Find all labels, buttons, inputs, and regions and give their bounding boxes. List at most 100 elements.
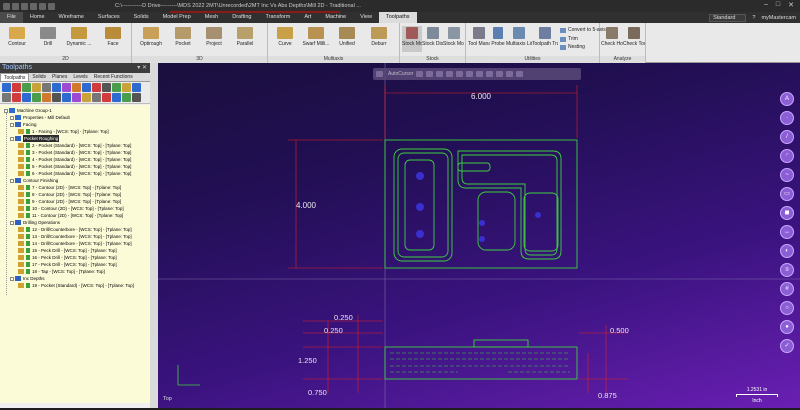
expand-toggle-icon[interactable] bbox=[4, 108, 8, 113]
mask-verify-icon[interactable]: ✓ bbox=[780, 339, 794, 353]
tab-solids[interactable]: Solids bbox=[127, 12, 156, 23]
graphics-viewport[interactable]: 6.000 4.000 0.250 0.250 1.250 0.750 0.50… bbox=[158, 63, 800, 408]
toolpath-operation[interactable]: 9 - Contour (2D) - [WCS: Top] - [Tplane:… bbox=[18, 198, 121, 205]
stock-model-menu-button[interactable]: Stock Model ▾ bbox=[443, 26, 464, 52]
toolpath-tool-icon[interactable] bbox=[132, 93, 141, 102]
toolpath-group[interactable]: Drilling Operations bbox=[10, 219, 60, 226]
convert-5axis-button[interactable]: Convert to 5-axis bbox=[560, 27, 606, 33]
undo-icon[interactable] bbox=[39, 2, 46, 10]
swarf-milling-button[interactable]: Swarf Milli... bbox=[301, 26, 331, 52]
toolpath-tool-icon[interactable] bbox=[42, 83, 51, 92]
close-icon[interactable]: ✕ bbox=[788, 1, 794, 9]
tab-drafting[interactable]: Drafting bbox=[225, 12, 258, 23]
snap-midpoint-icon[interactable] bbox=[436, 71, 444, 77]
parallel-button[interactable]: Parallel bbox=[230, 26, 260, 52]
print-icon[interactable] bbox=[30, 2, 37, 10]
tab-panel-solids[interactable]: Solids bbox=[29, 73, 49, 81]
panel-splitter[interactable] bbox=[150, 63, 158, 408]
tab-panel-recent-functions[interactable]: Recent Functions bbox=[91, 73, 136, 81]
toolpath-group[interactable]: Pocket Roughing bbox=[10, 135, 60, 142]
help-icon[interactable]: ? bbox=[752, 15, 755, 21]
open-file-icon[interactable] bbox=[12, 2, 19, 10]
toolpath-transform-button[interactable]: Toolpath Transform bbox=[532, 26, 558, 52]
toolpath-tool-icon[interactable] bbox=[92, 93, 101, 102]
toolpath-tool-icon[interactable] bbox=[12, 83, 21, 92]
machine-group[interactable]: Machine Group-1 bbox=[4, 107, 52, 114]
snap-nearest-icon[interactable] bbox=[496, 71, 504, 77]
mask-results-icon[interactable]: ● bbox=[780, 320, 794, 334]
toolpath-operation[interactable]: 19 - Pocket (Standard) - [WCS: Top] - [T… bbox=[18, 282, 134, 289]
snap-tangent-icon[interactable] bbox=[476, 71, 484, 77]
toolpath-tool-icon[interactable] bbox=[62, 83, 71, 92]
mask-color-icon[interactable]: ◐ bbox=[780, 244, 794, 258]
toolpath-tool-icon[interactable] bbox=[72, 93, 81, 102]
toolpath-group[interactable]: Facing bbox=[10, 121, 37, 128]
toolpath-operation[interactable]: 11 - Contour (2D) - [WCS: Top] - [Tplane… bbox=[18, 212, 123, 219]
toolpath-tool-icon[interactable] bbox=[2, 83, 11, 92]
toolpath-tool-icon[interactable] bbox=[122, 83, 131, 92]
project-button[interactable]: Project bbox=[199, 26, 229, 52]
toolpath-group[interactable]: Contour Finishing bbox=[10, 177, 58, 184]
tab-wireframe[interactable]: Wireframe bbox=[52, 12, 91, 23]
toolpath-operation[interactable]: 3 - Pocket (Standard) - [WCS: Top] - [Tp… bbox=[18, 149, 131, 156]
tab-toolpaths[interactable]: Toolpaths bbox=[379, 12, 417, 23]
toolpath-tool-icon[interactable] bbox=[62, 93, 71, 102]
new-file-icon[interactable] bbox=[3, 2, 10, 10]
toolpath-operation[interactable]: 1 - Facing - [WCS: Top] - [Tplane: Top] bbox=[18, 128, 109, 135]
toolpath-operation[interactable]: 10 - Contour (2D) - [WCS: Top] - [Tplane… bbox=[18, 205, 124, 212]
tab-home[interactable]: Home bbox=[23, 12, 52, 23]
tab-panel-levels[interactable]: Levels bbox=[70, 73, 90, 81]
toolpath-tool-icon[interactable] bbox=[72, 83, 81, 92]
snap-center-icon[interactable] bbox=[426, 71, 434, 77]
snap-point-icon[interactable] bbox=[416, 71, 424, 77]
autocursor-toolbar[interactable]: AutoCursor bbox=[373, 68, 581, 80]
maximize-icon[interactable]: □ bbox=[776, 1, 780, 9]
face-button[interactable]: Face bbox=[98, 26, 128, 52]
toolpath-operation[interactable]: 5 - Pocket (Standard) - [WCS: Top] - [Tp… bbox=[18, 163, 131, 170]
minimize-icon[interactable]: – bbox=[764, 1, 768, 9]
snap-intersect-icon[interactable] bbox=[456, 71, 464, 77]
tab-mesh[interactable]: Mesh bbox=[198, 12, 225, 23]
mask-level-icon[interactable]: ≡ bbox=[780, 263, 794, 277]
mask-lines-icon[interactable]: / bbox=[780, 130, 794, 144]
mask-splines-icon[interactable]: ~ bbox=[780, 168, 794, 182]
snap-settings-icon[interactable] bbox=[516, 71, 524, 77]
redo-icon[interactable] bbox=[48, 2, 55, 10]
toolpath-tool-icon[interactable] bbox=[22, 83, 31, 92]
mask-mesh-icon[interactable]: # bbox=[780, 282, 794, 296]
probe-button[interactable]: Probe bbox=[490, 26, 506, 52]
mask-arcs-icon[interactable]: ◜ bbox=[780, 149, 794, 163]
multiaxis-linking-button[interactable]: Multiaxis Linking bbox=[506, 26, 532, 52]
toolpath-tool-icon[interactable] bbox=[12, 93, 21, 102]
mask-solids-icon[interactable]: ◼ bbox=[780, 206, 794, 220]
snap-quadrant-icon[interactable] bbox=[466, 71, 474, 77]
toolpath-tool-icon[interactable] bbox=[52, 83, 61, 92]
snap-perpendicular-icon[interactable] bbox=[486, 71, 494, 77]
toolpath-tool-icon[interactable] bbox=[122, 93, 131, 102]
drill-button[interactable]: Drill bbox=[33, 26, 63, 52]
toolpath-tool-icon[interactable] bbox=[32, 83, 41, 92]
toolpath-operation[interactable]: 12 - Drill/Counterbore - [WCS: Top] - [T… bbox=[18, 226, 132, 233]
tab-surfaces[interactable]: Surfaces bbox=[91, 12, 127, 23]
toolpath-tool-icon[interactable] bbox=[92, 83, 101, 92]
toolpath-tool-icon[interactable] bbox=[102, 93, 111, 102]
nesting-button[interactable]: Nesting bbox=[560, 44, 585, 50]
toolpath-tool-icon[interactable] bbox=[42, 93, 51, 102]
pocket-3d-button[interactable]: Pocket bbox=[168, 26, 198, 52]
mask-surfaces-icon[interactable]: ▭ bbox=[780, 187, 794, 201]
expand-toggle-icon[interactable] bbox=[10, 136, 14, 141]
toolpath-operation[interactable]: 13 - Drill/Counterbore - [WCS: Top] - [T… bbox=[18, 233, 132, 240]
deburr-button[interactable]: Deburr bbox=[364, 26, 394, 52]
toolpath-operation[interactable]: 16 - Peck Drill - [WCS: Top] - [Tplane: … bbox=[18, 254, 117, 261]
toolpath-operation[interactable]: 7 - Contour (2D) - [WCS: Top] - [Tplane:… bbox=[18, 184, 121, 191]
snap-relative-icon[interactable] bbox=[506, 71, 514, 77]
dynamic-button[interactable]: Dynamic ... bbox=[64, 26, 94, 52]
toolpath-tool-icon[interactable] bbox=[112, 83, 121, 92]
stock-model-button[interactable]: Stock Model bbox=[402, 26, 422, 52]
toolpath-operation[interactable]: 4 - Pocket (Standard) - [WCS: Top] - [Tp… bbox=[18, 156, 131, 163]
stock-display-button[interactable]: Stock Display bbox=[422, 26, 443, 52]
tab-transform[interactable]: Transform bbox=[258, 12, 297, 23]
panel-close-icon[interactable]: ▾ ✕ bbox=[137, 64, 147, 71]
toolpath-operation[interactable]: 2 - Pocket (Standard) - [WCS: Top] - [Tp… bbox=[18, 142, 131, 149]
toolpath-operation[interactable]: 17 - Peck Drill - [WCS: Top] - [Tplane: … bbox=[18, 261, 117, 268]
